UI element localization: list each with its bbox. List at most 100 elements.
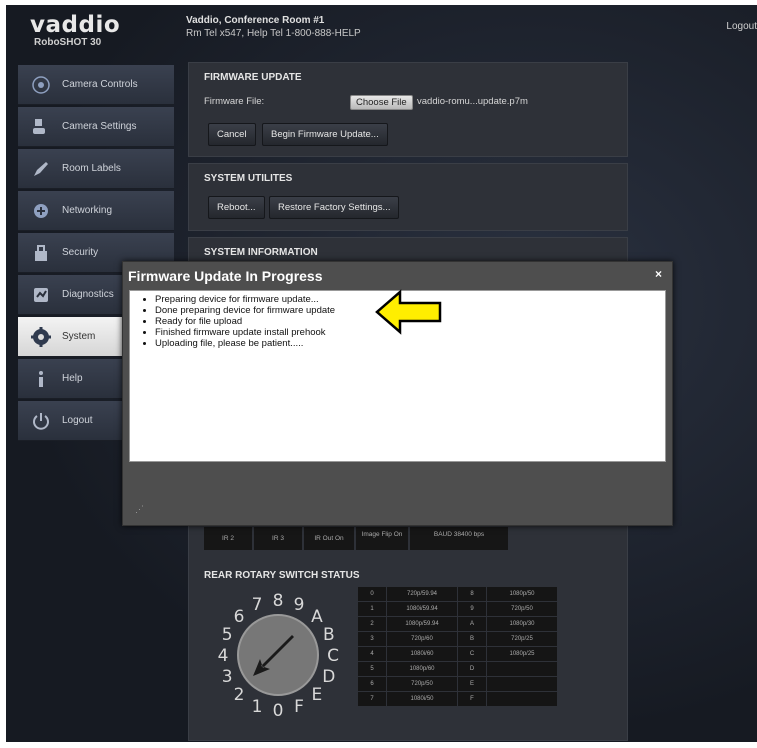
table-cell: C bbox=[458, 647, 486, 661]
table-cell: 2 bbox=[358, 617, 386, 631]
sidebar-item-label: Logout bbox=[62, 415, 93, 426]
dial-label: A bbox=[311, 607, 323, 627]
table-row: 0 720p/59.94 8 1080p/50 bbox=[358, 587, 603, 601]
dip-switch-status: IR 2 IR 3 IR Out On Image Flip On BAUD 3… bbox=[204, 527, 574, 550]
system-utilities-panel: SYSTEM UTILITES Reboot... Restore Factor… bbox=[188, 163, 628, 231]
cancel-button[interactable]: Cancel bbox=[208, 123, 256, 146]
dial-label: 4 bbox=[218, 646, 229, 666]
table-cell: 4 bbox=[358, 647, 386, 661]
table-cell: 5 bbox=[358, 662, 386, 676]
security-icon bbox=[30, 242, 52, 264]
dial-label: E bbox=[312, 685, 323, 705]
network-icon bbox=[30, 200, 52, 222]
resize-grip-icon[interactable]: ⋰ bbox=[135, 504, 144, 515]
table-row: 5 1080p/60 D bbox=[358, 662, 603, 676]
sidebar-item-label: Camera Settings bbox=[62, 121, 137, 132]
rotary-table: 0 720p/59.94 8 1080p/50 1 1080i/59.94 9 720p/50… bbox=[358, 587, 603, 707]
table-cell: 9 bbox=[458, 602, 486, 616]
table-cell: 1080p/60 bbox=[387, 662, 457, 676]
sidebar-item-label: Help bbox=[62, 373, 83, 384]
dial-label: 2 bbox=[234, 685, 245, 705]
dial-knob bbox=[237, 614, 319, 696]
dial-label: D bbox=[322, 667, 335, 687]
table-row: 4 1080i/60 C 1080p/25 bbox=[358, 647, 603, 661]
dip-cell: BAUD 38400 bps bbox=[410, 527, 508, 550]
table-cell: 720p/25 bbox=[487, 632, 557, 646]
table-cell: 1080p/59.94 bbox=[387, 617, 457, 631]
dial-label: 1 bbox=[252, 697, 263, 717]
dial-label: C bbox=[327, 646, 339, 666]
firmware-file-name: vaddio-romu...update.p7m bbox=[417, 96, 528, 107]
table-cell: B bbox=[458, 632, 486, 646]
dial-label: F bbox=[294, 697, 304, 717]
vaddio-logo: vaddio RoboSHOT 30 bbox=[30, 12, 121, 49]
restore-factory-settings-button[interactable]: Restore Factory Settings... bbox=[269, 196, 400, 219]
table-cell: 720p/60 bbox=[387, 632, 457, 646]
table-row: 1 1080i/59.94 9 720p/50 bbox=[358, 602, 603, 616]
pen-icon bbox=[30, 158, 52, 180]
dip-cell: IR 3 bbox=[254, 527, 302, 550]
room-subtitle: Rm Tel x547, Help Tel 1-800-888-HELP bbox=[186, 28, 361, 39]
power-icon bbox=[30, 410, 52, 432]
rotary-dial: 0123456789ABCDEF bbox=[208, 583, 348, 721]
reboot-button[interactable]: Reboot... bbox=[208, 196, 265, 219]
logout-link[interactable]: Logout bbox=[726, 21, 757, 32]
camera-settings-icon bbox=[30, 116, 52, 138]
sidebar-item-room-labels[interactable]: Room Labels bbox=[18, 149, 174, 189]
dial-label: B bbox=[323, 625, 335, 645]
table-cell: 1080p/50 bbox=[487, 587, 557, 601]
table-cell bbox=[487, 662, 557, 676]
sidebar-item-label: Room Labels bbox=[62, 163, 121, 174]
table-cell: 1080i/60 bbox=[387, 647, 457, 661]
table-cell: 1 bbox=[358, 602, 386, 616]
list-item: Uploading file, please be patient..... bbox=[155, 338, 665, 349]
table-cell: D bbox=[458, 662, 486, 676]
sidebar-item-label: Security bbox=[62, 247, 99, 258]
table-row: 7 1080i/50 F bbox=[358, 692, 603, 706]
table-cell: 1080i/59.94 bbox=[387, 602, 457, 616]
room-title: Vaddio, Conference Room #1 bbox=[186, 15, 325, 26]
sidebar-item-camera-controls[interactable]: Camera Controls bbox=[18, 65, 174, 105]
table-row: 3 720p/60 B 720p/25 bbox=[358, 632, 603, 646]
diagnostics-icon bbox=[30, 284, 52, 306]
table-cell: 1080p/25 bbox=[487, 647, 557, 661]
table-cell: 720p/50 bbox=[487, 602, 557, 616]
dial-label: 8 bbox=[273, 591, 284, 611]
sidebar-item-label: Camera Controls bbox=[62, 79, 138, 90]
sidebar-item-label: System bbox=[62, 331, 96, 342]
dial-label: 7 bbox=[252, 595, 263, 615]
table-cell: 1080p/30 bbox=[487, 617, 557, 631]
table-cell: 720p/50 bbox=[387, 677, 457, 691]
table-cell: 1080i/50 bbox=[387, 692, 457, 706]
table-row: 6 720p/50 E bbox=[358, 677, 603, 691]
table-cell: A bbox=[458, 617, 486, 631]
table-cell: F bbox=[458, 692, 486, 706]
table-cell: 8 bbox=[458, 587, 486, 601]
utilities-heading: SYSTEM UTILITES bbox=[204, 173, 293, 184]
model-name: RoboSHOT 30 bbox=[34, 37, 102, 48]
table-cell: 0 bbox=[358, 587, 386, 601]
firmware-file-label: Firmware File: bbox=[204, 96, 265, 107]
table-cell: 7 bbox=[358, 692, 386, 706]
choose-file-button[interactable]: Choose File bbox=[350, 95, 413, 110]
rotary-heading: REAR ROTARY SWITCH STATUS bbox=[204, 570, 360, 581]
close-icon[interactable]: × bbox=[655, 267, 662, 281]
sidebar-item-networking[interactable]: Networking bbox=[18, 191, 174, 231]
dip-cell: Image Flip On bbox=[356, 527, 408, 550]
table-cell: 720p/59.94 bbox=[387, 587, 457, 601]
firmware-update-panel: FIRMWARE UPDATE Firmware File: Choose Fi… bbox=[188, 62, 628, 157]
table-cell: E bbox=[458, 677, 486, 691]
app-window: vaddio RoboSHOT 30 Vaddio, Conference Ro… bbox=[6, 5, 757, 742]
dial-label: 0 bbox=[273, 701, 284, 721]
logo-wordmark: vaddio bbox=[30, 12, 121, 38]
sidebar-item-camera-settings[interactable]: Camera Settings bbox=[18, 107, 174, 147]
modal-title: Firmware Update In Progress bbox=[128, 268, 323, 284]
gear-icon bbox=[30, 326, 52, 348]
table-cell bbox=[487, 692, 557, 706]
dial-label: 5 bbox=[222, 625, 233, 645]
dip-cell: IR 2 bbox=[204, 527, 252, 550]
camera-controls-icon bbox=[30, 74, 52, 96]
table-cell: 3 bbox=[358, 632, 386, 646]
begin-firmware-update-button[interactable]: Begin Firmware Update... bbox=[262, 123, 388, 146]
sidebar-item-label: Diagnostics bbox=[62, 289, 114, 300]
